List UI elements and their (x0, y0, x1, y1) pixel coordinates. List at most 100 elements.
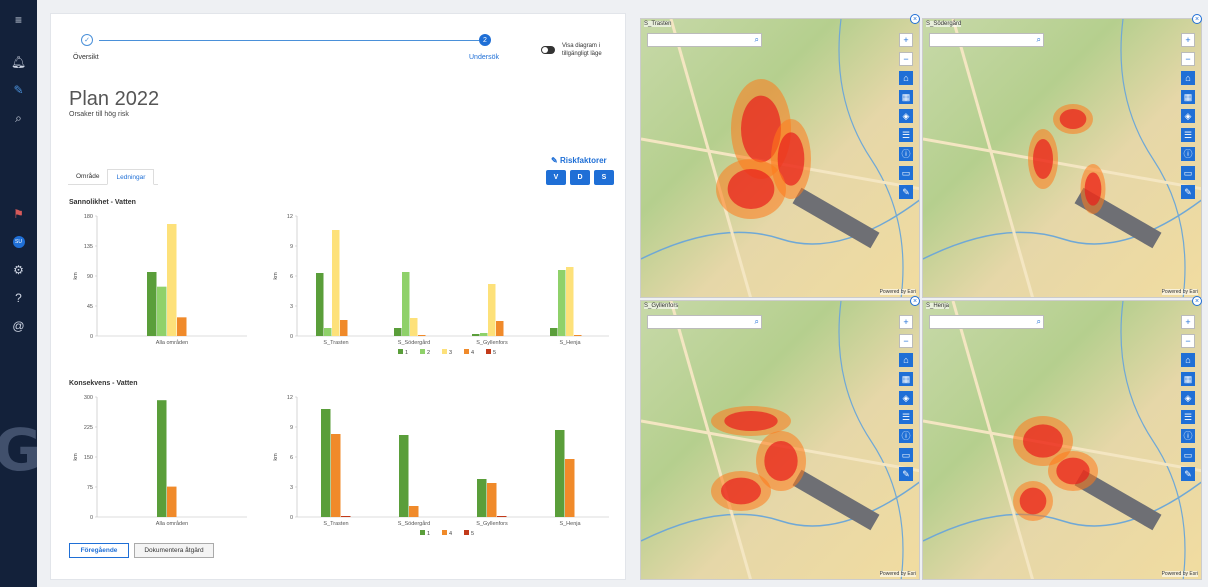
heat-core (1056, 457, 1090, 485)
map-3[interactable]: S_Gyllenfors ⌕ + − ⌂ ▦ ◈ ☰ ⓘ ▭ ✎ Powered by Esri (640, 300, 920, 580)
list-button[interactable]: ☰ (899, 128, 913, 142)
map-basemap (641, 301, 919, 579)
help-icon[interactable]: ? (0, 288, 37, 308)
map-1[interactable]: S_Trasten ⌕ + − ⌂ ▦ ◈ ☰ ⓘ ▭ ✎ Powered by Esri (640, 18, 920, 298)
map-search-input[interactable]: ⌕ (647, 315, 762, 329)
map-label: S_Södergård (926, 21, 962, 27)
road (923, 137, 1201, 191)
close-map-icon[interactable]: × (910, 14, 920, 24)
zoom-out-button[interactable]: − (899, 52, 913, 66)
home-button[interactable]: ⌂ (899, 353, 913, 367)
print-button[interactable]: ▭ (1181, 166, 1195, 180)
map-2[interactable]: S_Södergård ⌕ + − ⌂ ▦ ◈ ☰ ⓘ ▭ ✎ Powered by Esri (922, 18, 1202, 298)
info-button[interactable]: ⓘ (899, 429, 913, 443)
home-button[interactable]: ⌂ (899, 71, 913, 85)
map-search-input[interactable]: ⌕ (929, 315, 1044, 329)
close-map-icon[interactable]: × (910, 296, 920, 306)
print-button[interactable]: ▭ (899, 166, 913, 180)
draw-button[interactable]: ✎ (1181, 467, 1195, 481)
layers-button[interactable]: ◈ (1181, 391, 1195, 405)
stream (641, 199, 919, 260)
y-tick-label: 150 (84, 455, 93, 461)
zoom-in-button[interactable]: + (899, 33, 913, 47)
info-button[interactable]: ⓘ (1181, 429, 1195, 443)
at-icon[interactable]: @ (0, 316, 37, 336)
bar-1 (316, 273, 324, 336)
bell-icon[interactable]: 🔔︎ (0, 52, 37, 72)
bar-1 (321, 409, 331, 517)
user-badge-icon[interactable]: SU (0, 232, 37, 252)
search-icon[interactable]: ⌕ (755, 317, 759, 327)
bar-1 (555, 430, 565, 517)
search-icon[interactable]: ⌕ (1037, 35, 1041, 45)
x-tick-label: S_Gyllenfors (476, 340, 508, 346)
bar-2 (324, 328, 332, 336)
list-button[interactable]: ☰ (1181, 128, 1195, 142)
step-investigate-dot[interactable]: 2 (479, 34, 491, 46)
map-label: S_Gyllenfors (644, 303, 679, 309)
basemap-button[interactable]: ▦ (1181, 372, 1195, 386)
search-icon[interactable]: ⌕ (1037, 317, 1041, 327)
list-button[interactable]: ☰ (899, 410, 913, 424)
layers-button[interactable]: ◈ (1181, 109, 1195, 123)
zoom-in-button[interactable]: + (1181, 33, 1195, 47)
basemap-button[interactable]: ▦ (899, 90, 913, 104)
chart-sannolikhet-areas: 036912kmS_Trasten S_Södergård S_Gyllenfors… (273, 214, 609, 356)
step-overview-dot[interactable]: ✓ (81, 34, 93, 46)
page-subtitle: Orsaker till hög risk (69, 111, 129, 118)
risk-s-button[interactable]: S (594, 170, 614, 185)
risk-v-button[interactable]: V (546, 170, 566, 185)
layers-button[interactable]: ◈ (899, 109, 913, 123)
home-button[interactable]: ⌂ (1181, 71, 1195, 85)
menu-icon[interactable]: ≡ (0, 10, 37, 30)
info-button[interactable]: ⓘ (899, 147, 913, 161)
basemap-button[interactable]: ▦ (1181, 90, 1195, 104)
document-action-button[interactable]: Dokumentera åtgärd (134, 543, 214, 558)
zoom-out-button[interactable]: − (1181, 52, 1195, 66)
zoom-in-button[interactable]: + (1181, 315, 1195, 329)
user-badge: SU (12, 236, 25, 248)
toggle-label: Visa diagram i tillgängligt läge (562, 43, 602, 57)
riskfaktorer-link[interactable]: ✎ Riskfaktorer (551, 156, 607, 165)
draw-button[interactable]: ✎ (1181, 185, 1195, 199)
konsekvens-title: Konsekvens - Vatten (69, 380, 138, 387)
accessible-chart-toggle[interactable] (541, 46, 555, 54)
draw-button[interactable]: ✎ (899, 185, 913, 199)
step-overview-label[interactable]: Översikt (73, 54, 99, 61)
close-map-icon[interactable]: × (1192, 296, 1202, 306)
legend-label-2: 2 (427, 350, 430, 356)
print-button[interactable]: ▭ (899, 448, 913, 462)
zoom-out-button[interactable]: − (899, 334, 913, 348)
tab-omrade[interactable]: Område (68, 169, 107, 184)
x-tick-label: S_Trasten (323, 521, 348, 527)
heat-core (721, 477, 761, 505)
gear-icon[interactable]: ⚙ (0, 260, 37, 280)
legend-swatch-5 (464, 530, 469, 535)
bar-4 (565, 459, 575, 517)
stream (1120, 19, 1186, 297)
y-tick-label: 9 (290, 244, 293, 250)
tab-ledningar[interactable]: Ledningar (107, 169, 155, 185)
list-button[interactable]: ☰ (1181, 410, 1195, 424)
map-search-input[interactable]: ⌕ (929, 33, 1044, 47)
flag-icon[interactable]: ⚑ (0, 204, 37, 224)
previous-button[interactable]: Föregående (69, 543, 129, 558)
home-button[interactable]: ⌂ (1181, 353, 1195, 367)
step-investigate-label[interactable]: Undersök (469, 54, 499, 61)
map-4[interactable]: S_Henja ⌕ + − ⌂ ▦ ◈ ☰ ⓘ ▭ ✎ Powered by Esri (922, 300, 1202, 580)
zoom-in-button[interactable]: + (899, 315, 913, 329)
close-map-icon[interactable]: × (1192, 14, 1202, 24)
info-button[interactable]: ⓘ (1181, 147, 1195, 161)
search-icon[interactable]: ⌕ (0, 108, 37, 128)
draw-button[interactable]: ✎ (899, 467, 913, 481)
zoom-out-button[interactable]: − (1181, 334, 1195, 348)
edit-icon[interactable]: ✎ (0, 80, 37, 100)
map-search-input[interactable]: ⌕ (647, 33, 762, 47)
basemap-button[interactable]: ▦ (899, 372, 913, 386)
risk-d-button[interactable]: D (570, 170, 590, 185)
search-icon[interactable]: ⌕ (755, 35, 759, 45)
bar-1 (394, 328, 402, 336)
chart-sannolikhet-all: 0 45 90 135 180 km Alla områden (73, 214, 247, 346)
layers-button[interactable]: ◈ (899, 391, 913, 405)
print-button[interactable]: ▭ (1181, 448, 1195, 462)
